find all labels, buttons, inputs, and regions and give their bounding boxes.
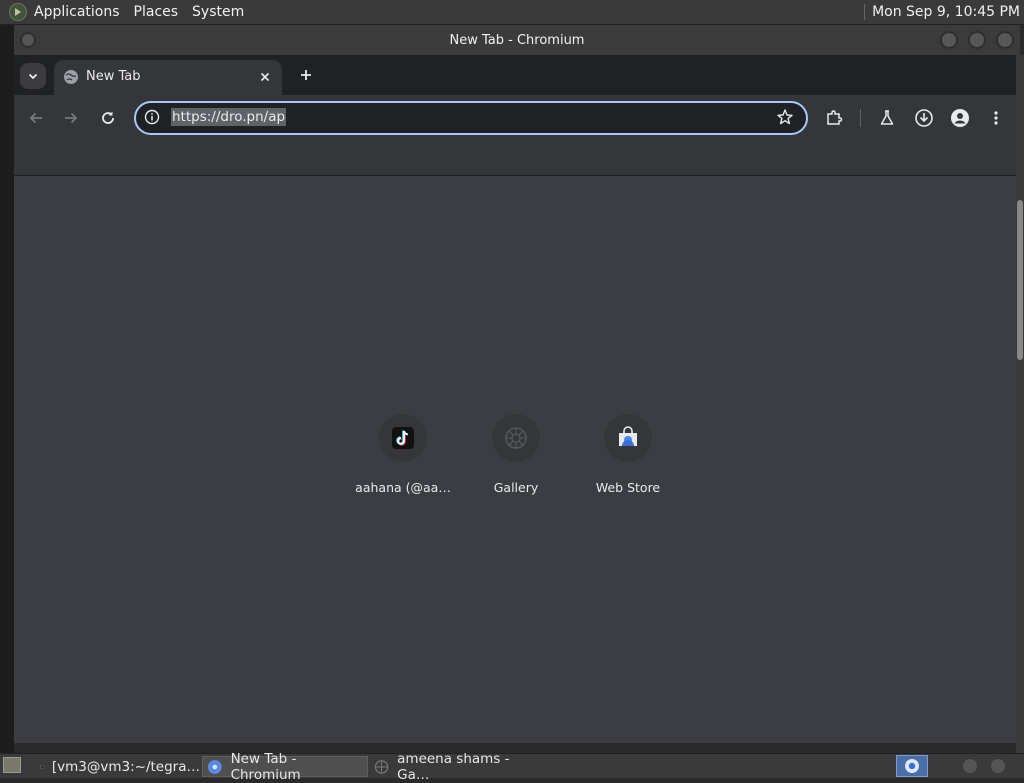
address-bar[interactable]: https://dro.pn/ap <box>134 101 808 135</box>
taskbar-item-label: [vm3@vm3:~/tegra… <box>51 758 200 775</box>
address-url-text[interactable]: https://dro.pn/ap <box>171 108 287 126</box>
avatar-icon <box>951 109 969 127</box>
top-menu: Applications Places System <box>27 0 251 24</box>
arrow-left-icon <box>29 112 42 124</box>
close-window-button[interactable] <box>996 31 1014 49</box>
minimize-button[interactable] <box>940 31 958 49</box>
shortcut-icon-bubble <box>492 414 540 462</box>
page-scrollbar[interactable] <box>1017 200 1023 360</box>
window-right-edge <box>1016 55 1024 753</box>
maximize-button[interactable] <box>968 31 986 49</box>
site-info-icon[interactable] <box>144 109 160 125</box>
globe-icon <box>64 70 78 84</box>
puzzle-icon <box>827 110 843 125</box>
shortcut-label: Web Store <box>595 480 661 495</box>
desktop-left-strip <box>0 25 14 753</box>
plus-icon <box>301 70 311 80</box>
tray-indicator-icon[interactable] <box>991 759 1005 773</box>
shortcut-icon-bubble <box>604 414 652 462</box>
top-panel-right: Mon Sep 9, 10:45 PM <box>864 0 1024 24</box>
clock[interactable]: Mon Sep 9, 10:45 PM <box>872 4 1024 20</box>
tab-strip: New Tab <box>14 55 1016 96</box>
taskbar-item-gallery[interactable]: ameena shams - Ga… <box>370 751 538 783</box>
shortcut-tile-aahana[interactable]: aahana (@aa… <box>347 414 459 495</box>
applications-logo-icon[interactable] <box>9 3 27 21</box>
extensions-button[interactable] <box>820 104 848 132</box>
web-store-icon <box>619 426 637 446</box>
shortcut-label: aahana (@aa… <box>355 480 451 495</box>
tab-search-button[interactable] <box>20 63 46 89</box>
tray-chromium-icon[interactable] <box>896 755 928 777</box>
toolbar-separator <box>860 109 861 127</box>
new-tab-page: aahana (@aa… Gallery Web Store <box>14 176 1016 743</box>
bookmark-star-icon[interactable] <box>776 108 794 126</box>
bottom-taskbar: [vm3@vm3:~/tegra… New Tab - Chromium ame… <box>0 751 1024 783</box>
close-icon <box>260 72 270 82</box>
shortcut-label: Gallery <box>493 480 539 495</box>
tiktok-icon <box>392 427 414 449</box>
download-icon <box>915 109 933 127</box>
panel-separator <box>864 4 866 20</box>
forward-button[interactable] <box>57 104 85 132</box>
browser-toolbar: https://dro.pn/ap <box>14 95 1016 141</box>
chevron-down-icon <box>28 73 38 80</box>
flask-icon <box>880 110 894 125</box>
menu-applications[interactable]: Applications <box>27 0 127 24</box>
window-titlebar[interactable]: New Tab - Chromium <box>14 25 1020 55</box>
new-tab-button[interactable] <box>296 65 316 85</box>
shortcut-tile-web-store[interactable]: Web Store <box>572 414 684 495</box>
shortcut-tile-gallery[interactable]: Gallery <box>460 414 572 495</box>
gallery-icon <box>374 759 389 774</box>
terminal-icon <box>40 764 44 769</box>
window-controls <box>940 31 1014 49</box>
window-title: New Tab - Chromium <box>449 32 585 48</box>
profile-button[interactable] <box>946 104 974 132</box>
menu-places[interactable]: Places <box>127 0 186 24</box>
tab-new-tab[interactable]: New Tab <box>54 60 282 96</box>
taskbar-item-terminal[interactable]: [vm3@vm3:~/tegra… <box>36 756 200 777</box>
downloads-button[interactable] <box>910 104 938 132</box>
top-panel: Applications Places System Mon Sep 9, 10… <box>0 0 1024 25</box>
chromium-icon <box>207 759 222 774</box>
more-vertical-icon <box>994 111 998 125</box>
tab-title: New Tab <box>86 69 141 84</box>
reload-button[interactable] <box>94 104 122 132</box>
back-button[interactable] <box>22 104 50 132</box>
arrow-right-icon <box>65 112 78 124</box>
tray-indicator-icon[interactable] <box>963 759 977 773</box>
reload-icon <box>102 111 114 124</box>
labs-button[interactable] <box>873 104 901 132</box>
show-desktop-icon[interactable] <box>3 757 21 773</box>
gallery-icon <box>505 427 527 449</box>
tab-close-button[interactable] <box>256 68 274 86</box>
window-menu-button[interactable] <box>20 32 36 48</box>
taskbar-item-chromium[interactable]: New Tab - Chromium <box>202 751 368 783</box>
menu-button[interactable] <box>982 104 1010 132</box>
shortcut-icon-bubble <box>379 414 427 462</box>
menu-system[interactable]: System <box>185 0 251 24</box>
bookmark-bar <box>14 141 1016 176</box>
